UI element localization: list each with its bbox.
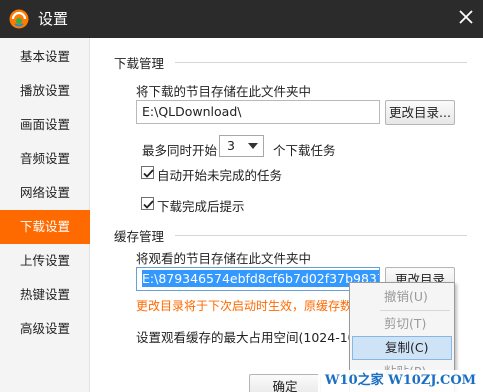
notify-checkbox[interactable]: [141, 197, 154, 210]
sidebar-item-audio[interactable]: 音频设置: [0, 142, 90, 176]
chevron-down-icon: [248, 143, 258, 149]
max-tasks-value: 3: [227, 138, 235, 153]
checkmark-icon: [143, 169, 154, 178]
max-tasks-prefix: 最多同时开始: [142, 143, 218, 158]
sidebar-item-upload[interactable]: 上传设置: [0, 244, 90, 278]
auto-resume-label: 自动开始未完成的任务: [157, 168, 283, 183]
site-watermark: W10之家 W10ZJ.COM: [318, 370, 483, 392]
ok-button[interactable]: 确定: [249, 374, 321, 392]
sidebar-item-network[interactable]: 网络设置: [0, 176, 90, 210]
title-bar: 设置: [0, 0, 483, 38]
sidebar-item-advanced[interactable]: 高级设置: [0, 312, 90, 346]
section-divider: [175, 235, 467, 236]
max-tasks-suffix: 个下载任务: [273, 143, 336, 158]
sidebar-item-basic[interactable]: 基本设置: [0, 40, 90, 74]
sidebar-item-download[interactable]: 下载设置: [0, 210, 90, 244]
notify-label: 下载完成后提示: [157, 199, 245, 214]
cache-folder-field[interactable]: E:\879346574ebfd8cf6b7d02f37b98375e: [136, 267, 380, 291]
section-divider: [175, 62, 467, 63]
menu-separator: [380, 310, 450, 311]
cache-section-title: 缓存管理: [114, 229, 165, 244]
sidebar-item-hotkey[interactable]: 热键设置: [0, 278, 90, 312]
auto-resume-checkbox[interactable]: [141, 166, 154, 179]
download-change-folder-button[interactable]: 更改目录...: [385, 100, 455, 125]
menu-item-cut[interactable]: 剪切(T): [352, 312, 452, 336]
download-section-title: 下载管理: [114, 56, 165, 71]
app-logo-icon: [9, 9, 29, 29]
close-icon[interactable]: [455, 6, 477, 28]
cache-folder-label: 将观看的节目存储在此文件夹中: [136, 251, 312, 266]
sidebar-item-playback[interactable]: 播放设置: [0, 74, 90, 108]
menu-item-copy[interactable]: 复制(C): [352, 336, 452, 360]
cache-max-space-label: 设置观看缓存的最大占用空间(1024-1024: [136, 330, 372, 345]
checkmark-icon: [143, 200, 154, 209]
menu-item-undo[interactable]: 撤销(U): [352, 285, 452, 309]
cache-change-hint: 更改目录将于下次启动时生效，原缓存数: [136, 299, 353, 313]
download-folder-field[interactable]: E:\QLDownload\: [136, 100, 380, 124]
max-tasks-select[interactable]: 3: [219, 135, 264, 157]
sidebar-item-picture[interactable]: 画面设置: [0, 108, 90, 142]
download-folder-label: 将下载的节目存储在此文件夹中: [136, 84, 312, 99]
window-title: 设置: [38, 10, 69, 28]
settings-sidebar: 基本设置 播放设置 画面设置 音频设置 网络设置 下载设置 上传设置 热键设置 …: [0, 38, 90, 392]
cache-folder-selection: E:\879346574ebfd8cf6b7d02f37b98375e: [142, 270, 379, 287]
